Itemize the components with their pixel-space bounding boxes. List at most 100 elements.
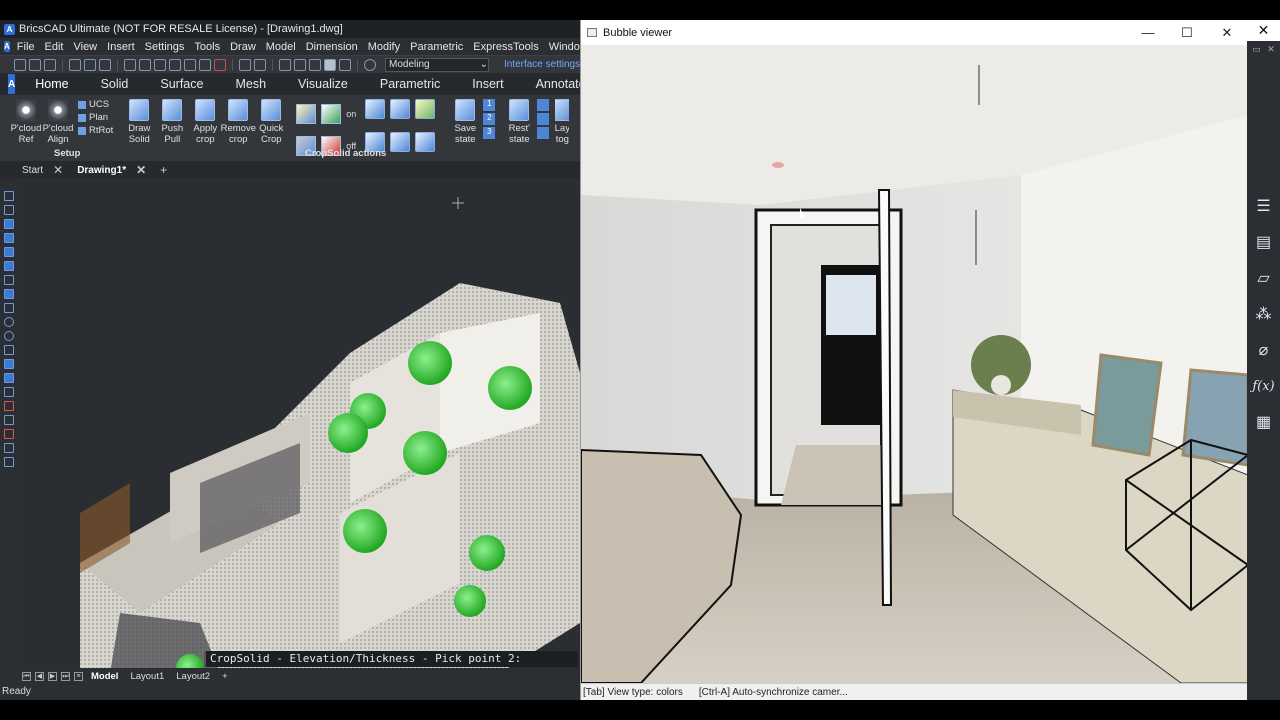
layout-tab-layout2[interactable]: Layout2 [172, 671, 214, 682]
select-icon[interactable] [4, 219, 14, 229]
minimize-icon[interactable]: — [1128, 20, 1168, 45]
hatch-icon[interactable] [4, 345, 14, 355]
interface-settings-link[interactable]: Interface settings [504, 59, 580, 70]
print-icon[interactable] [84, 58, 96, 71]
prev-layout-icon[interactable]: ◀ [35, 671, 44, 681]
ribbon-app-icon[interactable]: A [8, 74, 16, 94]
marker-icon[interactable] [4, 401, 14, 411]
first-layout-icon[interactable]: ⏮ [22, 671, 31, 681]
menu-dimension[interactable]: Dimension [301, 41, 363, 53]
light-on-icon[interactable] [296, 103, 317, 124]
redo-icon[interactable] [254, 58, 266, 71]
crop-grid-icon[interactable] [415, 99, 436, 119]
bubble-sphere[interactable] [328, 413, 368, 453]
paint-icon[interactable] [4, 415, 14, 425]
menu-file[interactable]: File [12, 41, 40, 53]
measure-icon[interactable] [4, 387, 14, 397]
menu-model[interactable]: Model [261, 41, 301, 53]
close-icon[interactable]: ✕ [136, 163, 146, 177]
layers-tree-icon[interactable]: ▤ [1247, 224, 1280, 260]
image-icon[interactable] [339, 58, 351, 71]
formula-icon[interactable]: ƒ(x) [1247, 368, 1280, 404]
layout-list-icon[interactable]: ≡ [74, 671, 83, 681]
show-green-icon[interactable] [321, 103, 342, 124]
move-icon[interactable] [4, 289, 14, 299]
block-icon[interactable] [4, 443, 14, 453]
maximize-icon[interactable]: ☐ [1167, 20, 1207, 45]
polyline-icon[interactable] [4, 205, 14, 215]
rtrot-button[interactable]: RtRot [78, 125, 113, 136]
settings-icon[interactable] [309, 58, 321, 71]
view-icon[interactable] [324, 58, 336, 71]
line-icon[interactable] [4, 191, 14, 201]
sliders-icon[interactable]: ☰ [1247, 188, 1280, 224]
text-icon[interactable] [4, 373, 14, 383]
bubble-sphere[interactable] [488, 366, 532, 410]
cut-icon[interactable] [124, 58, 136, 71]
layer-toggle-button[interactable]: Lay tog [555, 99, 570, 161]
push-pull-button[interactable]: Push Pull [156, 99, 188, 161]
paste-icon[interactable] [154, 58, 166, 71]
doc-tab-drawing1[interactable]: Drawing1* ✕ [77, 163, 146, 177]
save-icon[interactable] [44, 58, 56, 71]
crop-down-icon[interactable] [390, 99, 411, 119]
doc-tab-start[interactable]: Start ✕ [22, 163, 63, 177]
print-preview-icon[interactable] [69, 58, 81, 71]
rectangle-icon[interactable] [4, 275, 14, 285]
pcloud-ref-button[interactable]: P'cloud Ref [10, 99, 42, 161]
delete-icon[interactable] [214, 58, 226, 71]
crop-top-icon[interactable] [365, 99, 386, 119]
state-slot-2[interactable]: 2 [483, 113, 496, 125]
menu-draw[interactable]: Draw [225, 41, 261, 53]
pick-icon[interactable] [184, 58, 196, 71]
menu-view[interactable]: View [68, 41, 102, 53]
publish-icon[interactable] [99, 58, 111, 71]
close-icon[interactable]: ✕ [1207, 20, 1247, 45]
layer-icon[interactable] [294, 58, 306, 71]
close-icon[interactable]: ✕ [1247, 20, 1280, 41]
tab-solid[interactable]: Solid [85, 77, 145, 91]
tab-visualize[interactable]: Visualize [282, 77, 364, 91]
restore-slot-2-icon[interactable] [537, 113, 550, 125]
close-icon[interactable]: ✕ [53, 163, 63, 177]
box-select-icon[interactable] [4, 233, 14, 243]
new-icon[interactable] [14, 58, 26, 71]
copy-icon[interactable] [139, 58, 151, 71]
hierarchy-icon[interactable]: ⁂ [1247, 296, 1280, 332]
tools-icon[interactable] [199, 58, 211, 71]
bubble-sphere[interactable] [454, 585, 486, 617]
grid-icon[interactable]: ▦ [1247, 404, 1280, 440]
crop-right-icon[interactable] [390, 131, 411, 152]
plan-button[interactable]: Plan [78, 112, 113, 123]
command-line[interactable]: CropSolid - Elevation/Thickness - Pick p… [204, 651, 578, 667]
pencil-icon[interactable] [4, 303, 14, 313]
restore-icon[interactable]: ▭ [1252, 44, 1261, 55]
quick-crop-button[interactable]: Quick Crop [255, 99, 287, 161]
bubble-sphere[interactable] [408, 341, 452, 385]
open-icon[interactable] [29, 58, 41, 71]
arc-icon[interactable] [4, 331, 14, 341]
state-slot-3[interactable]: 3 [483, 127, 496, 139]
state-slot-1[interactable]: 1 [483, 99, 496, 111]
menu-insert[interactable]: Insert [102, 41, 140, 53]
bubble-sphere[interactable] [403, 431, 447, 475]
layout-tab-layout1[interactable]: Layout1 [126, 671, 168, 682]
draw-solid-button[interactable]: Draw Solid [123, 99, 155, 161]
window-select-icon[interactable] [4, 247, 14, 257]
workspace-select[interactable]: Modeling ⌄ [385, 57, 489, 72]
bubble-sphere[interactable] [469, 535, 505, 571]
tab-surface[interactable]: Surface [144, 77, 219, 91]
stack-icon[interactable]: ▱ [1247, 260, 1280, 296]
bracket-icon[interactable] [4, 457, 14, 467]
remove-crop-button[interactable]: Remove crop [221, 99, 256, 161]
ucs-button[interactable]: UCS [78, 99, 113, 110]
tab-insert[interactable]: Insert [456, 77, 519, 91]
restore-slot-3-icon[interactable] [537, 127, 550, 139]
restore-slot-1-icon[interactable] [537, 99, 550, 111]
menu-parametric[interactable]: Parametric [405, 41, 468, 53]
close-icon[interactable]: ✕ [1267, 44, 1275, 55]
menu-edit[interactable]: Edit [40, 41, 69, 53]
restore-state-button[interactable]: Rest' state [503, 99, 535, 161]
fence-select-icon[interactable] [4, 261, 14, 271]
dimension-icon[interactable] [4, 359, 14, 369]
